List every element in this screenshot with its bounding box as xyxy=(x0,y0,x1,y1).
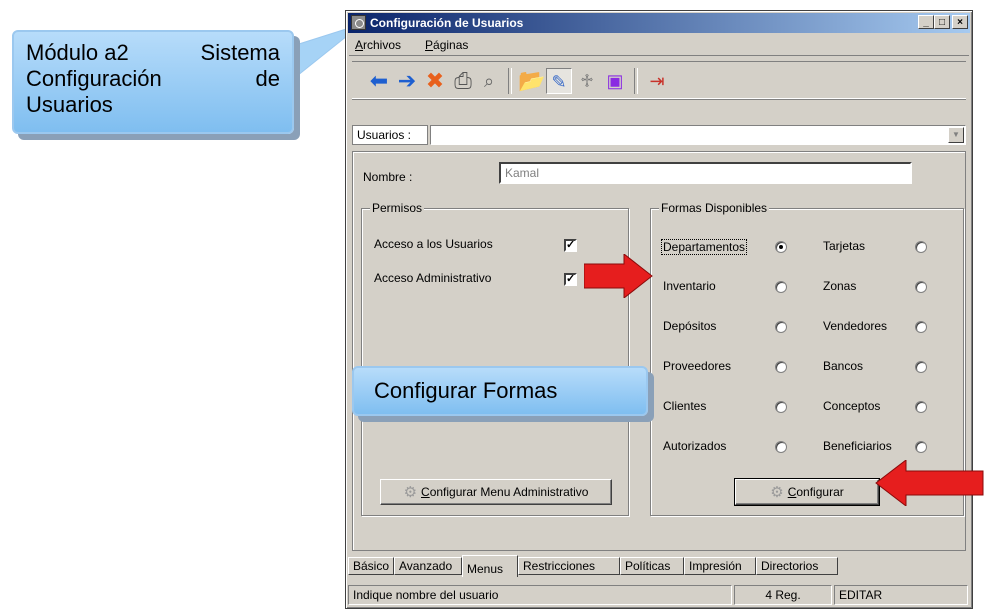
forma-clientes-label[interactable]: Clientes xyxy=(663,399,706,413)
tab-impresion[interactable]: Impresión xyxy=(684,557,756,575)
forma-zonas-radio[interactable] xyxy=(915,281,927,293)
status-message: Indique nombre del usuario xyxy=(348,585,732,605)
tab-avanzado[interactable]: Avanzado xyxy=(394,557,462,575)
toolbar: ⬅ ➔ ✖ ⎙ ⌕ 📂 ✎ ♱ ▣ ⇥ xyxy=(352,61,966,99)
acceso-administrativo-checkbox[interactable]: ✓ xyxy=(564,273,577,286)
callout-line2b: de xyxy=(255,66,280,91)
tab-politicas[interactable]: Políticas xyxy=(620,557,684,575)
acceso-administrativo-label: Acceso Administrativo xyxy=(374,271,492,285)
close-button[interactable]: × xyxy=(952,15,968,29)
menu-bar: Archivos Páginas xyxy=(349,35,969,56)
callout-configurar-formas: Configurar Formas xyxy=(352,366,648,416)
status-mode: EDITAR xyxy=(834,585,968,605)
gear-icon: ⚙ xyxy=(403,484,418,501)
usuarios-combobox[interactable]: ▼ xyxy=(430,125,966,145)
tab-directorios[interactable]: Directorios xyxy=(756,557,838,575)
arrow-right-icon[interactable]: ➔ xyxy=(394,68,420,94)
title-bar[interactable]: Configuración de Usuarios _ □ × xyxy=(348,13,970,33)
configurar-menu-administrativo-button[interactable]: ⚙ Configurar Menu Administrativo xyxy=(380,479,612,505)
arrow-left-icon[interactable]: ⬅ xyxy=(366,68,392,94)
window-title: Configuración de Usuarios xyxy=(370,16,524,30)
permisos-title: Permisos xyxy=(370,201,425,215)
minimize-button[interactable]: _ xyxy=(918,15,934,29)
configurar-button[interactable]: ⚙ Configurar xyxy=(734,478,880,506)
edit-icon[interactable]: ✎ xyxy=(546,68,572,94)
app-icon[interactable] xyxy=(351,15,366,30)
save-icon[interactable]: ▣ xyxy=(602,68,628,94)
exit-icon[interactable]: ⇥ xyxy=(644,68,670,94)
tab-strip: Básico Avanzado Menus Restricciones Polí… xyxy=(348,555,970,577)
usuarios-row: Usuarios : ▼ xyxy=(352,125,966,145)
usuarios-label: Usuarios : xyxy=(352,125,428,145)
acceso-usuarios-checkbox[interactable]: ✓ xyxy=(564,239,577,252)
tab-menus[interactable]: Menus xyxy=(462,555,518,577)
nombre-label: Nombre : xyxy=(363,170,413,184)
toolbar-separator xyxy=(508,68,512,94)
chevron-down-icon[interactable]: ▼ xyxy=(948,127,964,143)
forma-departamentos-label[interactable]: Departamentos xyxy=(661,239,748,255)
open-folder-icon[interactable]: 📂 xyxy=(518,68,545,94)
forma-tarjetas-radio[interactable] xyxy=(915,241,927,253)
delete-x-icon[interactable]: ✖ xyxy=(422,68,448,94)
formas-title: Formas Disponibles xyxy=(659,201,770,215)
callout-line3: Usuarios xyxy=(26,92,113,117)
forma-proveedores-label[interactable]: Proveedores xyxy=(663,359,731,373)
status-bar: Indique nombre del usuario 4 Reg. EDITAR xyxy=(348,585,970,605)
acceso-usuarios-label: Acceso a los Usuarios xyxy=(374,237,493,251)
forma-clientes-radio[interactable] xyxy=(775,401,787,413)
forma-depositos-label[interactable]: Depósitos xyxy=(663,319,716,333)
status-record-count: 4 Reg. xyxy=(734,585,832,605)
tab-basico[interactable]: Básico xyxy=(348,557,394,575)
toolbar-separator xyxy=(634,68,638,94)
print-icon[interactable]: ⎙ xyxy=(450,68,476,94)
forma-conceptos-radio[interactable] xyxy=(915,401,927,413)
configurar-label: Configurar xyxy=(787,485,844,499)
callout-line1a: Módulo a2 xyxy=(26,40,129,65)
forma-vendedores-radio[interactable] xyxy=(915,321,927,333)
app-window: Configuración de Usuarios _ □ × Archivos… xyxy=(345,10,973,609)
forma-beneficiarios-label[interactable]: Beneficiarios xyxy=(823,439,892,453)
trash-icon[interactable]: ♱ xyxy=(574,68,600,94)
configurar-menu-label: Configurar Menu Administrativo xyxy=(421,485,589,499)
forma-inventario-label[interactable]: Inventario xyxy=(663,279,716,293)
forma-autorizados-label[interactable]: Autorizados xyxy=(663,439,726,453)
forma-vendedores-label[interactable]: Vendedores xyxy=(823,319,887,333)
forma-tarjetas-label[interactable]: Tarjetas xyxy=(823,239,865,253)
forma-zonas-label[interactable]: Zonas xyxy=(823,279,856,293)
maximize-button[interactable]: □ xyxy=(934,15,950,29)
forma-inventario-radio[interactable] xyxy=(775,281,787,293)
nombre-field[interactable]: Kamal xyxy=(499,162,912,184)
tab-restricciones[interactable]: Restricciones xyxy=(518,557,620,575)
forma-depositos-radio[interactable] xyxy=(775,321,787,333)
search-icon[interactable]: ⌕ xyxy=(476,68,502,94)
forma-bancos-radio[interactable] xyxy=(915,361,927,373)
forma-beneficiarios-radio[interactable] xyxy=(915,441,927,453)
menu-paginas[interactable]: Páginas xyxy=(425,38,468,52)
forma-bancos-label[interactable]: Bancos xyxy=(823,359,863,373)
callout-line1b: Sistema xyxy=(200,40,280,65)
forma-autorizados-radio[interactable] xyxy=(775,441,787,453)
callout-modulo: Módulo a2 Sistema Configuración de Usuario… xyxy=(12,30,294,134)
forma-proveedores-radio[interactable] xyxy=(775,361,787,373)
callout-line2a: Configuración xyxy=(26,66,162,91)
red-arrow-inventario xyxy=(584,254,653,298)
forma-conceptos-label[interactable]: Conceptos xyxy=(823,399,880,413)
red-arrow-configurar xyxy=(875,460,984,506)
menu-archivos[interactable]: Archivos xyxy=(355,38,401,52)
gear-icon: ⚙ xyxy=(770,484,784,501)
forma-departamentos-radio[interactable] xyxy=(775,241,787,253)
